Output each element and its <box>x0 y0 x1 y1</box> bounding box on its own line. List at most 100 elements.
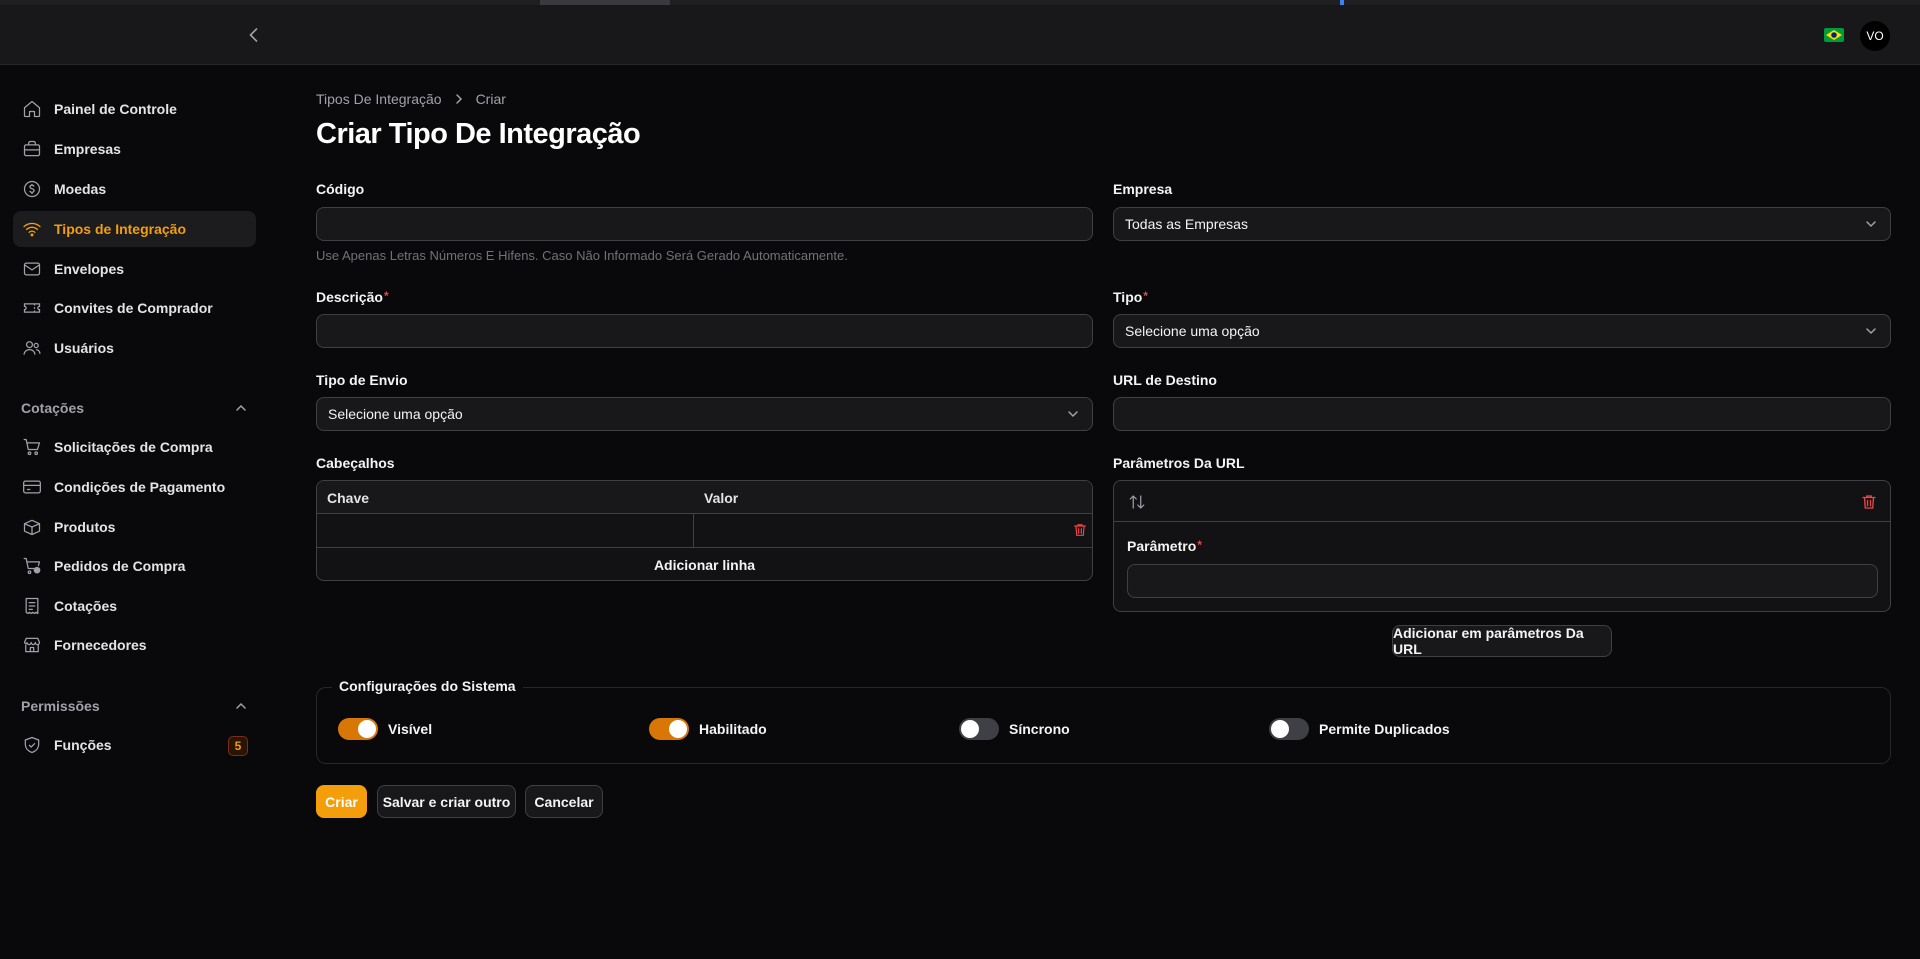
sidebar-item-tipos-de-integracao[interactable]: Tipos de Integração <box>13 211 256 247</box>
reorder-arrows-icon[interactable] <box>1128 493 1146 511</box>
breadcrumb: Tipos De Integração Criar <box>316 91 506 107</box>
cabecalhos-label: Cabeçalhos <box>316 455 395 471</box>
group-cotacoes-header[interactable]: Cotações <box>21 398 249 418</box>
parametro-label: Parâmetro* <box>1127 538 1202 554</box>
cancel-button[interactable]: Cancelar <box>525 785 603 818</box>
brazil-flag-icon[interactable] <box>1824 28 1844 42</box>
toggle-habilitado[interactable]: Habilitado <box>649 718 767 740</box>
sidebar-item-label: Usuários <box>54 340 114 356</box>
save-and-create-another-button[interactable]: Salvar e criar outro <box>377 785 516 818</box>
chevron-up-icon[interactable] <box>233 698 249 714</box>
table-header: Chave Valor <box>317 481 1092 514</box>
sidebar-item-label: Fornecedores <box>54 637 147 653</box>
ticket-icon <box>22 298 42 318</box>
sidebar-item-produtos[interactable]: Produtos <box>13 509 256 545</box>
toggle-switch[interactable] <box>1269 718 1309 740</box>
toggle-permite-duplicados[interactable]: Permite Duplicados <box>1269 718 1450 740</box>
user-avatar[interactable]: VO <box>1860 21 1890 51</box>
sidebar-item-label: Painel de Controle <box>54 101 177 117</box>
home-icon <box>22 99 42 119</box>
envelope-icon <box>22 259 42 279</box>
toggle-sincrono[interactable]: Síncrono <box>959 718 1070 740</box>
chevron-down-icon <box>1863 323 1879 339</box>
toggle-label: Visível <box>388 721 433 737</box>
table-row <box>317 514 1092 548</box>
group-label: Cotações <box>21 400 85 416</box>
sidebar-item-label: Moedas <box>54 181 107 197</box>
toggle-visivel[interactable]: Visível <box>338 718 432 740</box>
topbar: VO <box>0 5 1920 65</box>
sidebar-item-convites-de-comprador[interactable]: Convites de Comprador <box>13 290 256 326</box>
sidebar-item-label: Tipos de Integração <box>54 221 186 237</box>
sidebar-item-label: Cotações <box>54 598 118 614</box>
add-row-button[interactable]: Adicionar linha <box>317 548 1092 580</box>
parametros-label: Parâmetros Da URL <box>1113 455 1245 471</box>
url-destino-label: URL de Destino <box>1113 372 1217 388</box>
shield-check-icon <box>22 735 42 755</box>
tipo-envio-selected-value: Selecione uma opção <box>328 406 463 422</box>
url-destino-input[interactable] <box>1113 397 1891 431</box>
chevron-right-icon <box>452 92 466 106</box>
toggle-switch[interactable] <box>959 718 999 740</box>
codigo-help-text: Use Apenas Letras Números E Hifens. Caso… <box>316 248 848 263</box>
empresa-selected-value: Todas as Empresas <box>1125 216 1248 232</box>
empresa-select[interactable]: Todas as Empresas <box>1113 207 1891 241</box>
cart-check-icon <box>22 556 42 576</box>
sidebar-item-envelopes[interactable]: Envelopes <box>13 251 256 287</box>
toggle-switch[interactable] <box>338 718 378 740</box>
group-permissoes-header[interactable]: Permissões <box>21 696 249 716</box>
sidebar-item-label: Solicitações de Compra <box>54 439 213 455</box>
sidebar-item-solicitacoes-de-compra[interactable]: Solicitações de Compra <box>13 429 256 465</box>
group-label: Permissões <box>21 698 100 714</box>
sidebar-item-usuarios[interactable]: Usuários <box>13 330 256 366</box>
receipt-icon <box>22 596 42 616</box>
codigo-label: Código <box>316 181 365 197</box>
tipo-label: Tipo* <box>1113 289 1148 305</box>
parametro-input[interactable] <box>1127 564 1878 598</box>
parametros-repeater-item: Parâmetro* <box>1113 480 1891 612</box>
briefcase-icon <box>22 139 42 159</box>
descricao-label: Descrição* <box>316 289 389 305</box>
trash-icon[interactable] <box>1860 493 1878 511</box>
credit-card-icon <box>22 477 42 497</box>
wifi-icon <box>22 219 42 239</box>
trash-icon[interactable] <box>1072 522 1088 538</box>
sidebar: Painel de Controle Empresas Moedas Tipos… <box>0 66 270 959</box>
tipo-envio-select[interactable]: Selecione uma opção <box>316 397 1093 431</box>
users-icon <box>22 338 42 358</box>
breadcrumb-link-parent[interactable]: Tipos De Integração <box>316 91 442 107</box>
sidebar-item-label: Convites de Comprador <box>54 300 213 316</box>
codigo-input[interactable] <box>316 207 1093 241</box>
add-url-parameter-button[interactable]: Adicionar em parâmetros Da URL <box>1392 625 1612 657</box>
descricao-input[interactable] <box>316 314 1093 348</box>
sidebar-item-moedas[interactable]: Moedas <box>13 171 256 207</box>
toggle-switch[interactable] <box>649 718 689 740</box>
collapse-sidebar-button[interactable] <box>244 25 264 45</box>
sidebar-item-funcoes[interactable]: Funções 5 <box>13 727 256 763</box>
toggle-label: Permite Duplicados <box>1319 721 1450 737</box>
repeater-item-header <box>1114 481 1890 522</box>
sidebar-item-fornecedores[interactable]: Fornecedores <box>13 627 256 663</box>
currency-dollar-icon <box>22 179 42 199</box>
tipo-envio-label: Tipo de Envio <box>316 372 408 388</box>
chevron-up-icon[interactable] <box>233 400 249 416</box>
cabecalhos-key-value-table: Chave Valor Adicionar linha <box>316 480 1093 581</box>
sidebar-item-cotacoes[interactable]: Cotações <box>13 588 256 624</box>
page-title: Criar Tipo De Integração <box>316 118 641 150</box>
sidebar-item-empresas[interactable]: Empresas <box>13 131 256 167</box>
key-cell-input[interactable] <box>317 514 693 547</box>
tipo-selected-value: Selecione uma opção <box>1125 323 1260 339</box>
create-button[interactable]: Criar <box>316 785 367 818</box>
sidebar-item-label: Funções <box>54 737 112 753</box>
sidebar-item-label: Envelopes <box>54 261 125 277</box>
shopping-cart-icon <box>22 437 42 457</box>
value-cell-input[interactable] <box>694 514 1064 547</box>
system-settings-legend: Configurações do Sistema <box>332 678 523 694</box>
sidebar-item-condicoes-de-pagamento[interactable]: Condições de Pagamento <box>13 469 256 505</box>
building-store-icon <box>22 635 42 655</box>
column-header-valor: Valor <box>704 490 739 506</box>
tipo-select[interactable]: Selecione uma opção <box>1113 314 1891 348</box>
toggle-label: Habilitado <box>699 721 767 737</box>
sidebar-item-painel-de-controle[interactable]: Painel de Controle <box>13 91 256 127</box>
sidebar-item-pedidos-de-compra[interactable]: Pedidos de Compra <box>13 548 256 584</box>
